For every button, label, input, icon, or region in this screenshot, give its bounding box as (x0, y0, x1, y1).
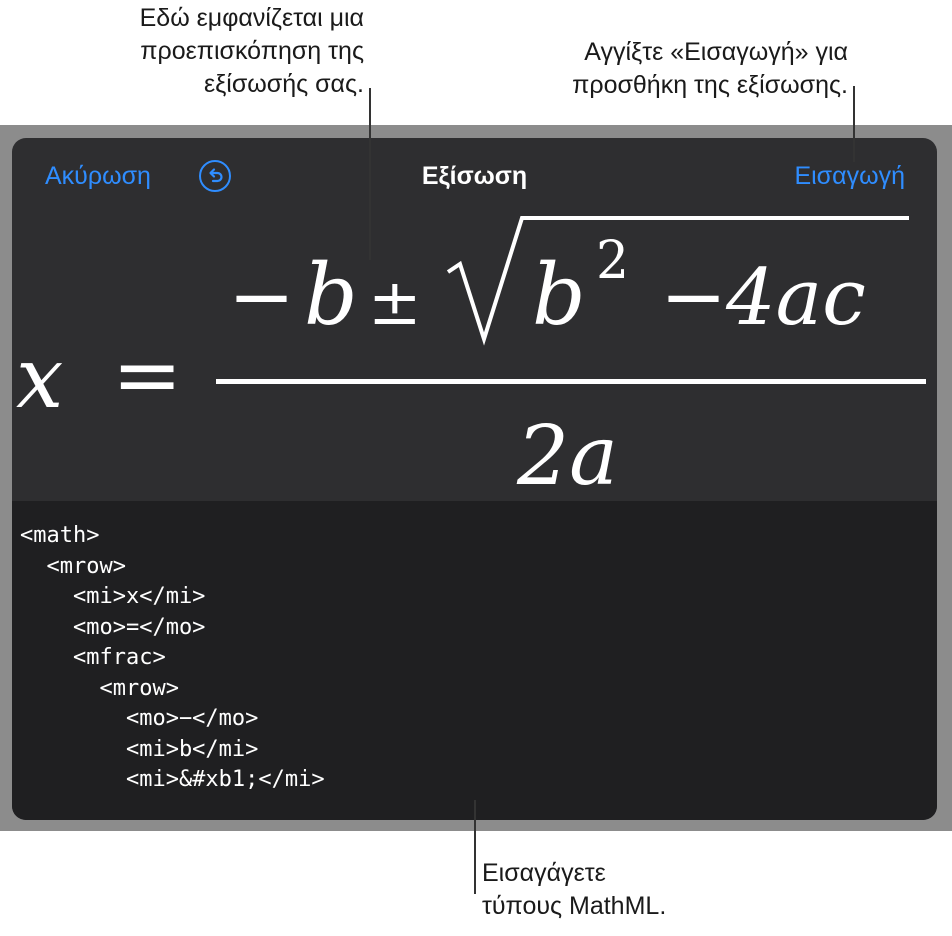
equation-b: b (304, 246, 358, 344)
callout-line: προσθήκη της εξίσωσης. (572, 71, 848, 99)
equation-equals: = (112, 326, 182, 424)
cancel-button[interactable]: Ακύρωση (45, 160, 151, 192)
callout-line: Αγγίξτε «Εισαγωγή» για (584, 38, 848, 66)
callout-line: Εισαγάγετε (482, 859, 606, 887)
equation-denominator: 2a (516, 409, 618, 501)
callout-leader-line (853, 86, 855, 162)
callout-line: προεπισκόπηση της (140, 37, 364, 65)
equation-radicand-b: b (532, 246, 586, 344)
mathml-code-text[interactable]: <math> <mrow> <mi>x</mi> <mo>=</mo> <mfr… (20, 521, 325, 796)
equation-exponent: 2 (596, 231, 629, 291)
callout-leader-line (474, 800, 476, 894)
equation-sheet: Ακύρωση Εξίσωση Εισαγωγή x = − b ± b 2 −… (12, 138, 937, 820)
equation-minus: − (228, 250, 295, 343)
callout-preview-note: Εδώ εμφανίζεται μια προεπισκόπηση της εξ… (140, 2, 364, 101)
fraction-bar (216, 379, 926, 384)
callout-insert-note: Αγγίξτε «Εισαγωγή» για προσθήκη της εξίσ… (572, 36, 848, 102)
equation-render: x = − b ± b 2 − 4ac 2a (16, 216, 926, 501)
callout-line: Εδώ εμφανίζεται μια (139, 4, 364, 32)
mathml-editor[interactable]: <math> <mrow> <mi>x</mi> <mo>=</mo> <mfr… (12, 501, 937, 820)
equation-lhs: x (16, 329, 63, 427)
equation-plus-minus: ± (368, 266, 422, 340)
callout-mathml-note: Εισαγάγετε τύπους MathML. (482, 857, 666, 923)
equation-4ac: 4ac (725, 253, 866, 343)
callout-line: εξίσωσής σας. (203, 70, 364, 98)
undo-icon[interactable] (199, 160, 231, 192)
nav-bar: Ακύρωση Εξίσωση Εισαγωγή (12, 138, 937, 214)
equation-minus-2: − (660, 250, 727, 343)
callout-leader-line (369, 88, 371, 260)
callout-line: τύπους MathML. (482, 892, 667, 920)
insert-button[interactable]: Εισαγωγή (794, 160, 905, 192)
equation-preview: x = − b ± b 2 − 4ac 2a (12, 214, 937, 501)
